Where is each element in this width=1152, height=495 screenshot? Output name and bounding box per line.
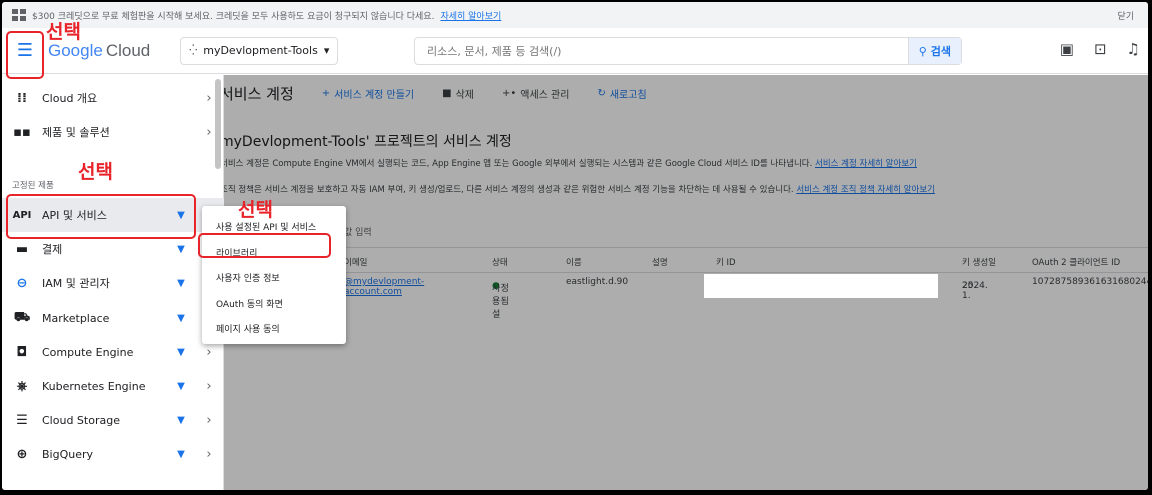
search-button-label: 검색 (930, 45, 951, 58)
sidebar-item-marketplace[interactable]: ⛟ Marketplace ▼ (2, 301, 224, 335)
submenu-item-oauth-consent[interactable]: OAuth 동의 화면 (202, 291, 346, 317)
project-icon: ⁛ (189, 45, 198, 56)
annotation-box-library (198, 233, 331, 258)
search-input[interactable] (415, 38, 908, 64)
pin-icon[interactable]: ▼ (168, 313, 194, 324)
bigquery-icon: ⊕ (16, 446, 28, 462)
annotation-box-api (6, 194, 196, 239)
notifications-icon[interactable]: ♫ (1127, 40, 1140, 58)
chevron-right-icon: › (206, 344, 212, 360)
pin-icon[interactable]: ▼ (168, 449, 194, 460)
logo-cloud: Cloud (105, 40, 151, 60)
annotation-label-library: 선택 (238, 199, 273, 221)
dashboard-icon: ⁞⁞ (17, 90, 27, 106)
chevron-right-icon: › (206, 378, 212, 394)
search-button[interactable]: ⚲ 검색 (907, 38, 961, 64)
annotation-label-menu: 선택 (46, 21, 81, 43)
sidebar-item-cloud-storage[interactable]: ☰ Cloud Storage ▼ › (2, 403, 224, 437)
trial-banner: $300 크레딧으로 무료 체험판을 시작해 보세요. 크레딧을 모두 사용하도… (2, 2, 1148, 28)
sidebar-item-label: Compute Engine (42, 345, 134, 359)
chevron-right-icon: › (206, 446, 212, 462)
sidebar-item-label: Marketplace (42, 311, 110, 325)
banner-link[interactable]: 자세히 알아보기 (440, 9, 501, 22)
cart-icon: ⛟ (13, 309, 31, 325)
sidebar-item-bigquery[interactable]: ⊕ BigQuery ▼ › (2, 437, 224, 471)
header-actions: ▣ ⊡ ♫ (1060, 40, 1140, 58)
cloud-shell-icon[interactable]: ⊡ (1094, 40, 1107, 58)
compute-icon: ◘ (16, 344, 28, 360)
chevron-down-icon: ▾ (323, 44, 330, 57)
sidebar-item-cloud-overview[interactable]: ⁞⁞ Cloud 개요 › (2, 81, 224, 115)
grid-icon: ▪▪ (13, 124, 31, 140)
submenu-item-page-usage[interactable]: 페이지 사용 동의 (202, 316, 346, 342)
annotation-box-menu (6, 31, 44, 79)
chevron-right-icon: › (206, 124, 212, 140)
pin-icon[interactable]: ▼ (168, 244, 194, 255)
sidebar-item-compute-engine[interactable]: ◘ Compute Engine ▼ › (2, 335, 224, 369)
pin-icon[interactable]: ▼ (168, 381, 194, 392)
pin-icon[interactable]: ▼ (168, 347, 194, 358)
sidebar-item-label: Cloud 개요 (42, 92, 98, 105)
pin-icon[interactable]: ▼ (168, 278, 194, 289)
kubernetes-icon: ⎈ (16, 378, 28, 394)
sidebar-item-label: IAM 및 관리자 (42, 277, 110, 290)
sidebar-item-iam[interactable]: ⊖ IAM 및 관리자 ▼ › (2, 266, 224, 300)
redacted-key-id (704, 274, 938, 298)
annotation-label-api: 선택 (78, 161, 113, 183)
sidebar-item-label: 결제 (42, 243, 63, 256)
search-bar: ⚲ 검색 (414, 37, 962, 65)
sidebar-item-label: Kubernetes Engine (42, 379, 146, 393)
sidebar-item-products[interactable]: ▪▪ 제품 및 솔루션 › (2, 115, 224, 149)
apps-icon (12, 9, 26, 21)
gift-icon[interactable]: ▣ (1060, 40, 1074, 58)
navigation-sidebar: ⁞⁞ Cloud 개요 › ▪▪ 제품 및 솔루션 › 고정된 제품 API A… (2, 75, 224, 490)
chevron-right-icon: › (206, 90, 212, 106)
banner-dismiss[interactable]: 닫기 (1117, 9, 1134, 22)
top-header: ☰ GoogleCloud ⁛ myDevlopment-Tools ▾ ⚲ 검… (2, 28, 1148, 74)
project-selector[interactable]: ⁛ myDevlopment-Tools ▾ (180, 36, 339, 65)
iam-icon: ⊖ (16, 275, 28, 291)
storage-icon: ☰ (16, 412, 28, 428)
sidebar-item-kubernetes[interactable]: ⎈ Kubernetes Engine ▼ › (2, 369, 224, 403)
pinned-section-label: 고정된 제품 (12, 181, 54, 191)
submenu-item-credentials[interactable]: 사용자 인증 정보 (202, 265, 346, 291)
sidebar-item-label: Cloud Storage (42, 413, 120, 427)
project-name: myDevlopment-Tools (203, 44, 318, 57)
search-icon: ⚲ (918, 44, 927, 58)
api-services-submenu: 사용 설정된 API 및 서비스 라이브러리 사용자 인증 정보 OAuth 동… (202, 206, 346, 344)
billing-icon: ▬ (15, 241, 29, 257)
dim-overlay[interactable] (220, 75, 1148, 490)
browser-frame: $300 크레딧으로 무료 체험판을 시작해 보세요. 크레딧을 모두 사용하도… (2, 2, 1148, 490)
banner-text: $300 크레딧으로 무료 체험판을 시작해 보세요. 크레딧을 모두 사용하도… (32, 11, 435, 22)
chevron-right-icon: › (206, 412, 212, 428)
sidebar-item-label: 제품 및 솔루션 (42, 126, 110, 139)
pin-icon[interactable]: ▼ (168, 415, 194, 426)
sidebar-item-label: BigQuery (42, 447, 94, 461)
